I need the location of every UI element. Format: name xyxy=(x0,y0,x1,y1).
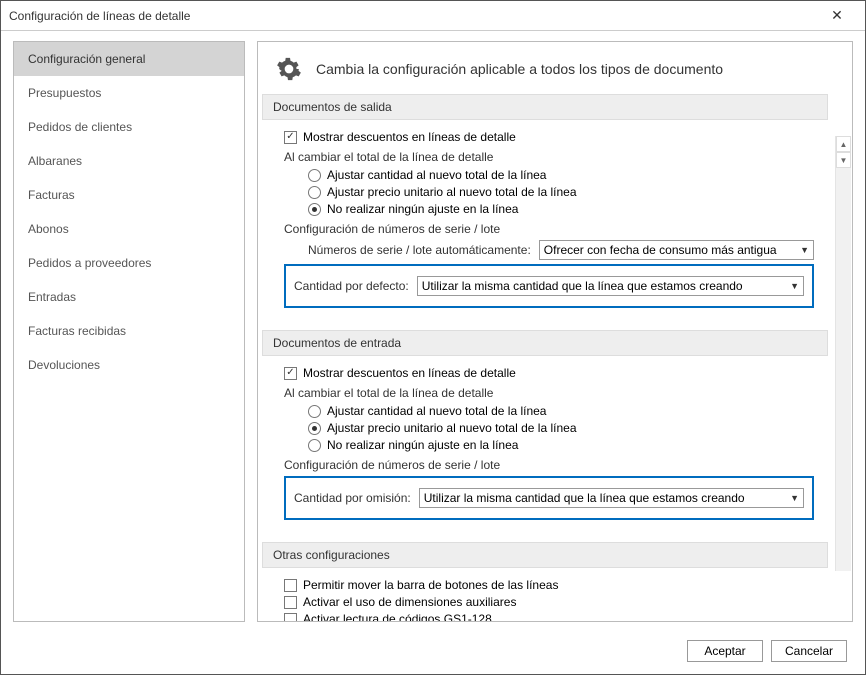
section-other: Permitir mover la barra de botones de la… xyxy=(262,578,828,621)
section-input: Mostrar descuentos en líneas de detalle … xyxy=(262,366,828,542)
radio-label: Ajustar precio unitario al nuevo total d… xyxy=(327,185,577,199)
sidebar-item-label: Devoluciones xyxy=(28,358,100,372)
radio-label: Ajustar cantidad al nuevo total de la lí… xyxy=(327,168,546,182)
chevron-down-icon: ▼ xyxy=(800,245,809,255)
sidebar-item-label: Presupuestos xyxy=(28,86,101,100)
checkbox-icon xyxy=(284,596,297,609)
dropdown-default-qty-input[interactable]: Utilizar la misma cantidad que la línea … xyxy=(419,488,804,508)
radio-label: No realizar ningún ajuste en la línea xyxy=(327,438,518,452)
radio-adjust-qty-input[interactable]: Ajustar cantidad al nuevo total de la lí… xyxy=(308,404,814,418)
sidebar-item-albaranes[interactable]: Albaranes xyxy=(14,144,244,178)
button-label: Cancelar xyxy=(785,644,833,658)
label-change-total-output: Al cambiar el total de la línea de detal… xyxy=(284,150,814,164)
radio-no-adjust-input[interactable]: No realizar ningún ajuste en la línea xyxy=(308,438,814,452)
scroll-area: Documentos de salida Mostrar descuentos … xyxy=(258,94,836,621)
checkbox-label: Mostrar descuentos en líneas de detalle xyxy=(303,366,516,380)
sidebar-item-label: Facturas recibidas xyxy=(28,324,126,338)
radio-adjust-price-input[interactable]: Ajustar precio unitario al nuevo total d… xyxy=(308,421,814,435)
sidebar-item-facturas[interactable]: Facturas xyxy=(14,178,244,212)
panel-header-text: Cambia la configuración aplicable a todo… xyxy=(316,61,723,77)
radio-icon xyxy=(308,405,321,418)
radio-icon xyxy=(308,186,321,199)
checkbox-icon xyxy=(284,613,297,622)
close-icon[interactable]: ✕ xyxy=(817,7,857,24)
button-bar: Aceptar Cancelar xyxy=(1,632,865,674)
chevron-down-icon: ▼ xyxy=(790,493,799,503)
dropdown-value: Utilizar la misma cantidad que la línea … xyxy=(422,279,790,293)
radio-group-output: Ajustar cantidad al nuevo total de la lí… xyxy=(308,168,814,216)
label-serial-config-input: Configuración de números de serie / lote xyxy=(284,458,814,472)
sidebar-item-label: Configuración general xyxy=(28,52,145,66)
sidebar-item-abonos[interactable]: Abonos xyxy=(14,212,244,246)
checkbox-move-bar[interactable]: Permitir mover la barra de botones de la… xyxy=(284,578,814,592)
content-area: Configuración general Presupuestos Pedid… xyxy=(1,31,865,632)
checkbox-icon xyxy=(284,367,297,380)
sidebar-item-label: Abonos xyxy=(28,222,69,236)
checkbox-gs1[interactable]: Activar lectura de códigos GS1-128 xyxy=(284,612,814,621)
dropdown-value: Ofrecer con fecha de consumo más antigua xyxy=(544,243,800,257)
radio-label: No realizar ningún ajuste en la línea xyxy=(327,202,518,216)
checkbox-show-discounts-output[interactable]: Mostrar descuentos en líneas de detalle xyxy=(284,130,814,144)
sidebar-item-label: Pedidos de clientes xyxy=(28,120,132,134)
chevron-down-icon: ▼ xyxy=(790,281,799,291)
scroll-up-icon[interactable]: ▲ xyxy=(836,136,851,152)
sidebar-item-general[interactable]: Configuración general xyxy=(14,42,244,76)
panel-header: Cambia la configuración aplicable a todo… xyxy=(258,42,852,94)
window-title: Configuración de líneas de detalle xyxy=(9,9,817,23)
section-output: Mostrar descuentos en líneas de detalle … xyxy=(262,130,828,330)
label-serial-config-output: Configuración de números de serie / lote xyxy=(284,222,814,236)
highlight-default-qty-input: Cantidad por omisión: Utilizar la misma … xyxy=(284,476,814,520)
sidebar-item-label: Entradas xyxy=(28,290,76,304)
section-input-title: Documentos de entrada xyxy=(262,330,828,356)
checkbox-label: Mostrar descuentos en líneas de detalle xyxy=(303,130,516,144)
checkbox-aux-dimensions[interactable]: Activar el uso de dimensiones auxiliares xyxy=(284,595,814,609)
checkbox-show-discounts-input[interactable]: Mostrar descuentos en líneas de detalle xyxy=(284,366,814,380)
label-default-qty-output: Cantidad por defecto: xyxy=(294,279,409,293)
dropdown-value: Utilizar la misma cantidad que la línea … xyxy=(424,491,790,505)
sidebar-item-label: Albaranes xyxy=(28,154,82,168)
sidebar-item-label: Pedidos a proveedores xyxy=(28,256,151,270)
radio-adjust-qty-output[interactable]: Ajustar cantidad al nuevo total de la lí… xyxy=(308,168,814,182)
gear-icon xyxy=(276,56,302,82)
dropdown-default-qty-output[interactable]: Utilizar la misma cantidad que la línea … xyxy=(417,276,804,296)
radio-icon xyxy=(308,439,321,452)
title-bar: Configuración de líneas de detalle ✕ xyxy=(1,1,865,31)
sidebar-item-presupuestos[interactable]: Presupuestos xyxy=(14,76,244,110)
label-change-total-input: Al cambiar el total de la línea de detal… xyxy=(284,386,814,400)
button-label: Aceptar xyxy=(704,644,745,658)
accept-button[interactable]: Aceptar xyxy=(687,640,763,662)
checkbox-label: Activar lectura de códigos GS1-128 xyxy=(303,612,492,621)
radio-label: Ajustar cantidad al nuevo total de la lí… xyxy=(327,404,546,418)
checkbox-icon xyxy=(284,131,297,144)
radio-icon xyxy=(308,169,321,182)
highlight-default-qty-output: Cantidad por defecto: Utilizar la misma … xyxy=(284,264,814,308)
sidebar: Configuración general Presupuestos Pedid… xyxy=(13,41,245,622)
vertical-scrollbar[interactable]: ▲ ▼ xyxy=(835,136,851,571)
radio-label: Ajustar precio unitario al nuevo total d… xyxy=(327,421,577,435)
checkbox-label: Permitir mover la barra de botones de la… xyxy=(303,578,558,592)
radio-icon xyxy=(308,422,321,435)
main-panel: Cambia la configuración aplicable a todo… xyxy=(257,41,853,622)
sidebar-item-entradas[interactable]: Entradas xyxy=(14,280,244,314)
radio-no-adjust-output[interactable]: No realizar ningún ajuste en la línea xyxy=(308,202,814,216)
scroll-down-icon[interactable]: ▼ xyxy=(836,152,851,168)
checkbox-icon xyxy=(284,579,297,592)
label-default-qty-input: Cantidad por omisión: xyxy=(294,491,411,505)
sidebar-item-label: Facturas xyxy=(28,188,75,202)
section-output-title: Documentos de salida xyxy=(262,94,828,120)
sidebar-item-pedidos-proveedores[interactable]: Pedidos a proveedores xyxy=(14,246,244,280)
checkbox-label: Activar el uso de dimensiones auxiliares xyxy=(303,595,516,609)
cancel-button[interactable]: Cancelar xyxy=(771,640,847,662)
label-serial-auto: Números de serie / lote automáticamente: xyxy=(308,243,531,257)
dropdown-serial-auto[interactable]: Ofrecer con fecha de consumo más antigua… xyxy=(539,240,814,260)
section-other-title: Otras configuraciones xyxy=(262,542,828,568)
sidebar-item-pedidos-clientes[interactable]: Pedidos de clientes xyxy=(14,110,244,144)
row-serial-auto: Números de serie / lote automáticamente:… xyxy=(308,240,814,260)
radio-adjust-price-output[interactable]: Ajustar precio unitario al nuevo total d… xyxy=(308,185,814,199)
radio-group-input: Ajustar cantidad al nuevo total de la lí… xyxy=(308,404,814,452)
sidebar-item-devoluciones[interactable]: Devoluciones xyxy=(14,348,244,382)
radio-icon xyxy=(308,203,321,216)
sidebar-item-facturas-recibidas[interactable]: Facturas recibidas xyxy=(14,314,244,348)
